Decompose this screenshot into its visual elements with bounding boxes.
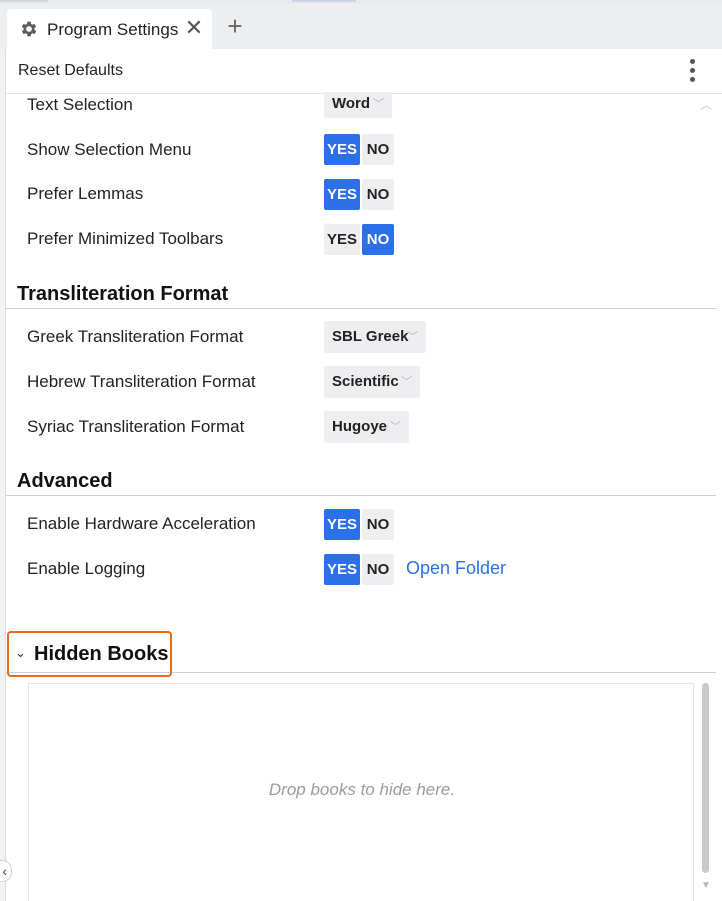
syriac-transliteration-dropdown[interactable]: Hugoye ﹀ — [324, 411, 409, 443]
tab-program-settings[interactable]: Program Settings ✕ — [7, 9, 212, 50]
greek-transliteration-dropdown[interactable]: SBL Greek ﹀ — [324, 321, 426, 353]
text-selection-label: Text Selection — [27, 95, 133, 114]
kebab-menu-icon[interactable] — [684, 59, 700, 85]
logging-yes-button[interactable]: YES — [324, 554, 360, 585]
enable-hardware-acceleration-label: Enable Hardware Acceleration — [27, 514, 256, 533]
left-gutter — [0, 49, 6, 901]
chevron-down-icon: ⌄ — [15, 645, 26, 660]
settings-toolbar: Reset Defaults — [6, 49, 722, 94]
hardware-acceleration-no-button[interactable]: NO — [362, 509, 394, 540]
chevron-down-icon: ﹀ — [401, 376, 412, 388]
transliteration-format-heading: Transliteration Format — [17, 283, 229, 305]
chevron-down-icon: ﹀ — [407, 331, 418, 343]
text-selection-dropdown[interactable]: Word ﹀ — [324, 92, 392, 118]
chevron-down-icon: ﹀ — [390, 421, 401, 433]
prefer-minimized-toolbars-yes-button[interactable]: YES — [324, 224, 360, 255]
greek-transliteration-value: SBL Greek — [332, 328, 409, 345]
hidden-books-section-toggle[interactable]: ⌄ Hidden Books — [7, 631, 172, 677]
show-selection-menu-yes-button[interactable]: YES — [324, 134, 360, 165]
section-divider — [6, 495, 716, 496]
show-selection-menu-no-button[interactable]: NO — [362, 134, 394, 165]
scroll-down-arrow-icon[interactable]: ▼ — [701, 880, 711, 891]
scrollbar-thumb[interactable] — [702, 683, 709, 873]
tab-title: Program Settings — [47, 20, 179, 39]
greek-transliteration-label: Greek Transliteration Format — [27, 327, 244, 346]
hidden-books-heading: Hidden Books — [34, 643, 169, 665]
prefer-lemmas-no-button[interactable]: NO — [362, 179, 394, 210]
program-settings-window: Program Settings ✕ + ‹ Reset Defaults Te… — [0, 0, 722, 901]
prefer-lemmas-yes-button[interactable]: YES — [324, 179, 360, 210]
section-divider — [6, 308, 716, 309]
show-selection-menu-label: Show Selection Menu — [27, 140, 192, 159]
chevron-down-icon: ﹀ — [373, 98, 384, 110]
advanced-heading: Advanced — [17, 470, 113, 492]
syriac-transliteration-value: Hugoye — [332, 418, 388, 435]
open-folder-link[interactable]: Open Folder — [406, 558, 506, 579]
text-selection-value: Word — [332, 95, 371, 112]
syriac-transliteration-label: Syriac Transliteration Format — [27, 417, 245, 436]
logging-no-button[interactable]: NO — [362, 554, 394, 585]
tab-bar: Program Settings ✕ + — [0, 4, 722, 50]
collapse-panel-chevron-left-icon[interactable]: ‹ — [0, 860, 12, 882]
hebrew-transliteration-dropdown[interactable]: Scientific ﹀ — [324, 366, 420, 398]
hidden-books-drop-zone[interactable]: Drop books to hide here. — [28, 683, 694, 901]
prefer-minimized-toolbars-no-button[interactable]: NO — [362, 224, 394, 255]
gear-icon — [21, 21, 37, 37]
enable-logging-label: Enable Logging — [27, 559, 146, 578]
prefer-minimized-toolbars-label: Prefer Minimized Toolbars — [27, 229, 224, 248]
hebrew-transliteration-value: Scientific — [332, 373, 399, 390]
prefer-lemmas-label: Prefer Lemmas — [27, 184, 144, 203]
reset-defaults-button[interactable]: Reset Defaults — [18, 62, 123, 80]
hebrew-transliteration-label: Hebrew Transliteration Format — [27, 372, 256, 391]
new-tab-plus-icon[interactable]: + — [224, 13, 246, 40]
drop-zone-placeholder: Drop books to hide here. — [268, 780, 456, 799]
hardware-acceleration-yes-button[interactable]: YES — [324, 509, 360, 540]
scroll-up-chevron-icon[interactable]: ︿ — [700, 96, 712, 113]
close-tab-icon[interactable]: ✕ — [183, 16, 205, 40]
